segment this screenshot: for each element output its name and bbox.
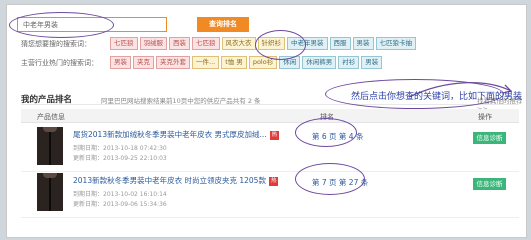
keyword-tag[interactable]: 西服: [329, 37, 351, 50]
rank-highlight-circle: [295, 163, 365, 195]
rank-query-panel: 查询排名 猜您想要搜的搜索词： 七匹狼羽绒服西装七匹狼风衣大衣针织衫中老年男装西…: [6, 4, 527, 238]
rank-highlight-circle: [295, 118, 357, 147]
product-title-link[interactable]: 2013新款秋冬季男装中老年皮衣 时尚立领皮夹克 1205款热: [73, 175, 279, 186]
keyword-tag[interactable]: 衬衫: [338, 56, 360, 69]
keyword-tag[interactable]: 休闲裤男: [302, 56, 337, 69]
product-title-link[interactable]: 尾货2013新款加绒秋冬季男装中老年皮衣 男式厚皮加绒... 热: [73, 129, 280, 140]
suggest-row-label: 猜您想要搜的搜索词：: [21, 40, 91, 48]
keyword-tag[interactable]: 西装: [169, 37, 190, 50]
header-product: 产品信息: [37, 113, 65, 121]
annotation-text: 然后点击你想查的关键词，比如下面的男装: [351, 92, 523, 102]
product-image[interactable]: [37, 127, 63, 165]
diagnose-button[interactable]: 信息诊断: [473, 132, 506, 144]
expire-date: 到期日期：2013-10-02 16:10:14: [73, 191, 167, 198]
table-header: 产品信息 排名 操作: [21, 109, 519, 123]
update-date: 更新日期：2013-09-25 22:10:03: [73, 155, 167, 162]
keyword-tag[interactable]: 七匹狼: [192, 37, 220, 50]
keyword-tag[interactable]: 风衣大衣: [221, 37, 256, 50]
table-row: 尾货2013新款加绒秋冬季男装中老年皮衣 男式厚皮加绒... 热 到期日期：201…: [21, 123, 519, 172]
industry-tag-list: 男装 夹克 夹克外套 一件... t恤 男 polo衫 休闲 休闲裤男 衬衫 男装: [110, 56, 383, 69]
diagnose-button[interactable]: 信息诊断: [473, 178, 506, 190]
tag-highlight-circle: [255, 30, 306, 60]
keyword-tag[interactable]: 七匹狼: [110, 37, 138, 50]
keyword-tag[interactable]: 男装: [352, 37, 374, 50]
keyword-tag[interactable]: 夹克外套: [156, 56, 190, 69]
hot-badge: 热: [268, 176, 279, 186]
keyword-tag[interactable]: t恤 男: [221, 56, 247, 69]
product-image[interactable]: [37, 173, 63, 211]
keyword-tag[interactable]: 七匹狼卡抽: [375, 37, 416, 50]
keyword-tag[interactable]: 男装: [361, 56, 383, 69]
update-date: 更新日期：2013-09-06 15:34:36: [73, 201, 167, 208]
industry-row-label: 主营行业热门的搜索词：: [21, 59, 98, 67]
hot-badge: 热: [269, 130, 280, 140]
keyword-tag[interactable]: 夹克: [133, 56, 154, 69]
product-title[interactable]: 2013新款秋冬季男装中老年皮衣 时尚立领皮夹克 1205款: [73, 176, 266, 185]
search-highlight-circle: [9, 12, 114, 38]
product-title[interactable]: 尾货2013新款加绒秋冬季男装中老年皮衣 男式厚皮加绒...: [73, 130, 267, 139]
query-rank-button[interactable]: 查询排名: [197, 17, 249, 32]
expire-date: 到期日期：2013-10-18 07:42:30: [73, 145, 167, 152]
keyword-tag[interactable]: 羽绒服: [139, 37, 167, 50]
keyword-tag[interactable]: 男装: [110, 56, 131, 69]
keyword-tag[interactable]: 一件...: [192, 56, 220, 69]
header-op: 操作: [478, 113, 492, 121]
table-row: 2013新款秋冬季男装中老年皮衣 时尚立领皮夹克 1205款热 到期日期：201…: [21, 169, 519, 218]
